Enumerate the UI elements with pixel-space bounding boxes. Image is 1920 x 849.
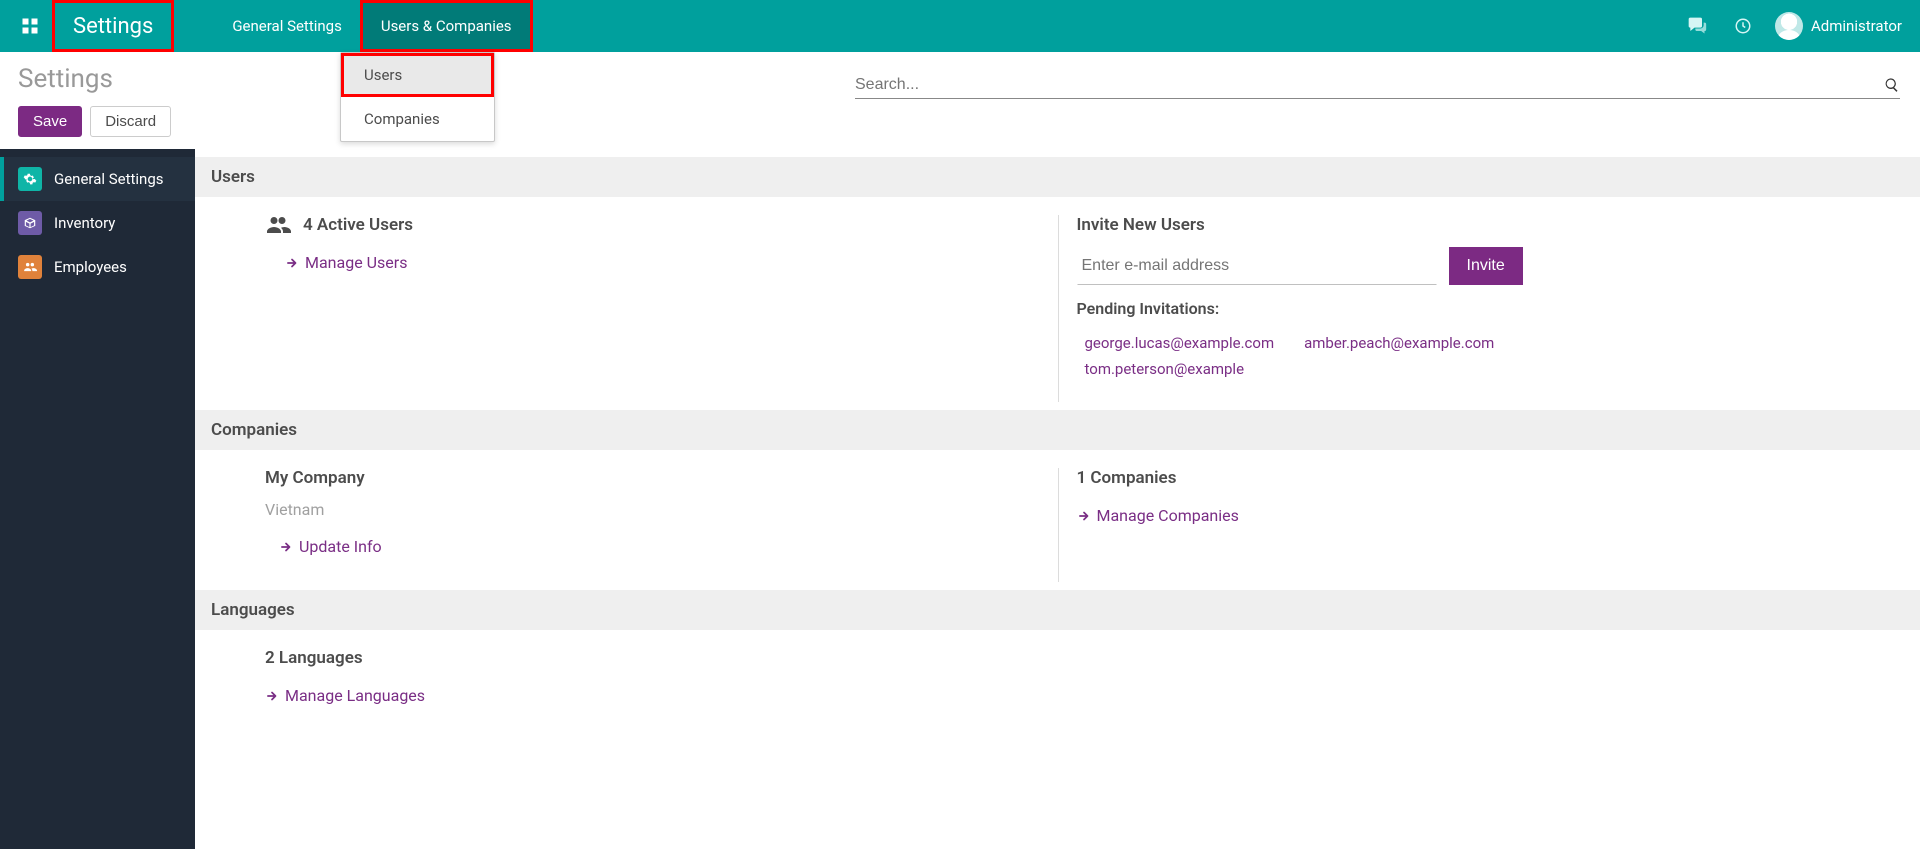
user-name: Administrator — [1811, 17, 1902, 35]
pending-invite[interactable]: tom.peterson@example — [1085, 360, 1245, 378]
invite-title: Invite New Users — [1077, 215, 1891, 235]
users-icon — [265, 215, 291, 235]
top-navbar: Settings General Settings Users & Compan… — [0, 0, 1920, 52]
my-company-location: Vietnam — [265, 500, 1048, 519]
arrow-right-icon — [1077, 509, 1091, 523]
pending-invite[interactable]: george.lucas@example.com — [1085, 334, 1275, 352]
control-panel: Settings Save Discard — [0, 52, 1920, 149]
dropdown-item-users[interactable]: Users — [341, 53, 494, 97]
activity-icon[interactable] — [1729, 0, 1757, 52]
section-header-companies: Companies — [195, 410, 1920, 450]
user-menu[interactable]: Administrator — [1775, 12, 1902, 40]
sidebar-item-label: Employees — [54, 258, 127, 276]
invite-email-input[interactable] — [1077, 247, 1437, 285]
nav-item-general-settings[interactable]: General Settings — [214, 0, 360, 52]
search-box — [855, 72, 1900, 99]
sidebar-item-label: General Settings — [54, 170, 164, 188]
languages-count: 2 Languages — [265, 648, 1048, 668]
update-info-link[interactable]: Update Info — [279, 537, 382, 556]
avatar — [1775, 12, 1803, 40]
messaging-icon[interactable] — [1683, 0, 1711, 52]
section-header-languages: Languages — [195, 590, 1920, 630]
active-users-line: 4 Active Users — [265, 215, 1048, 235]
apps-grid-icon — [21, 17, 39, 35]
arrow-right-icon — [265, 689, 279, 703]
manage-users-link[interactable]: Manage Users — [285, 253, 407, 272]
section-header-users: Users — [195, 157, 1920, 197]
pending-invite[interactable]: amber.peach@example.com — [1304, 334, 1494, 352]
settings-main: Users 4 Active Users Manage Users Invite… — [195, 149, 1920, 849]
dropdown-item-companies[interactable]: Companies — [341, 97, 494, 141]
clock-icon — [1734, 17, 1752, 35]
manage-languages-link[interactable]: Manage Languages — [265, 686, 425, 705]
search-icon[interactable] — [1884, 77, 1900, 93]
settings-sidebar: General Settings Inventory Employees — [0, 149, 195, 849]
manage-companies-link[interactable]: Manage Companies — [1077, 506, 1239, 525]
apps-menu-button[interactable] — [8, 0, 52, 52]
pending-invitations-list: george.lucas@example.com amber.peach@exa… — [1077, 330, 1891, 382]
box-icon — [18, 211, 42, 235]
sidebar-item-general-settings[interactable]: General Settings — [0, 157, 195, 201]
arrow-right-icon — [279, 540, 293, 554]
gear-icon — [18, 167, 42, 191]
pending-title: Pending Invitations: — [1077, 299, 1891, 318]
my-company-label: My Company — [265, 468, 1048, 488]
users-companies-dropdown: Users Companies — [340, 52, 495, 142]
companies-count: 1 Companies — [1077, 468, 1891, 488]
sidebar-item-inventory[interactable]: Inventory — [0, 201, 195, 245]
invite-button[interactable]: Invite — [1449, 247, 1523, 285]
chat-icon — [1687, 16, 1707, 36]
sidebar-item-label: Inventory — [54, 214, 115, 232]
save-button[interactable]: Save — [18, 106, 82, 137]
active-users-count: 4 Active Users — [303, 215, 413, 235]
arrow-right-icon — [285, 256, 299, 270]
sidebar-item-employees[interactable]: Employees — [0, 245, 195, 289]
nav-brand-settings[interactable]: Settings — [52, 0, 174, 52]
nav-item-users-companies[interactable]: Users & Companies — [360, 0, 533, 52]
people-icon — [18, 255, 42, 279]
discard-button[interactable]: Discard — [90, 106, 171, 137]
search-input[interactable] — [855, 76, 1876, 94]
